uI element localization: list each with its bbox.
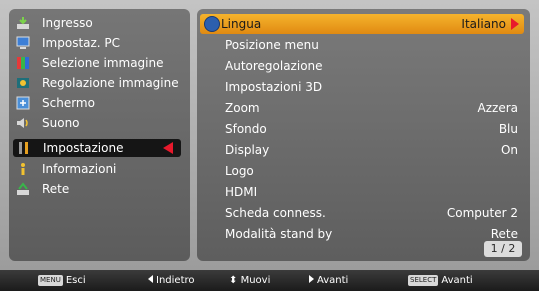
screen-icon [16,96,30,110]
setting-row-sfondo[interactable]: Sfondo Blu [197,119,530,139]
key-guide-bar: MENU Esci Indietro ⬍ Muovi Avanti SELECT A… [0,270,539,291]
menu-key-icon: MENU [38,275,63,286]
network-icon [17,182,29,195]
image-select-icon [17,57,29,69]
forward-hint[interactable]: Avanti [309,270,348,291]
globe-icon [204,16,220,32]
setting-label: Zoom [225,101,260,115]
selected-arrow-icon [163,142,173,154]
setting-label: Lingua [221,17,262,31]
sidebar-item-rete[interactable]: Rete [12,179,193,199]
left-arrow-icon [148,275,153,283]
input-icon [17,17,29,29]
exit-hint[interactable]: MENU Esci [38,270,86,291]
setting-label: Autoregolazione [225,59,323,73]
sidebar-item-regolazione-immagine[interactable]: Regolazione immagine [12,73,193,93]
exit-label: Esci [65,275,86,286]
sidebar-item-label: Informazioni [42,162,117,176]
setting-row-lingua[interactable]: Lingua Italiano [200,14,524,34]
sidebar-item-ingresso[interactable]: Ingresso [12,13,193,33]
chevron-right-icon[interactable] [511,18,519,30]
setting-label: Sfondo [225,122,267,136]
right-arrow-icon [309,275,314,283]
setting-label: Impostazioni 3D [225,80,323,94]
sidebar-item-label: Ingresso [42,16,93,30]
sidebar-item-label: Impostaz. PC [42,36,121,50]
sidebar-item-label: Impostazione [43,141,124,155]
back-label: Indietro [156,275,195,286]
move-label: Muovi [240,275,271,286]
sidebar-item-informazioni[interactable]: Informazioni [12,159,193,179]
setting-row-posizione-menu[interactable]: Posizione menu [197,35,530,55]
category-sidebar: Ingresso Impostaz. PC Selezione immagine… [9,9,190,261]
setting-value: On [500,143,518,157]
setting-row-impostazioni-3d[interactable]: Impostazioni 3D [197,77,530,97]
sidebar-item-suono[interactable]: Suono [12,113,193,133]
up-down-arrow-icon: ⬍ [229,275,241,286]
settings-icon [19,142,28,154]
forward-label: Avanti [317,275,349,286]
sidebar-item-impostaz-pc[interactable]: Impostaz. PC [12,33,193,53]
setting-label: Display [225,143,270,157]
setting-row-display[interactable]: Display On [197,140,530,160]
sidebar-item-impostazione[interactable]: Impostazione [13,139,181,157]
pc-adjust-icon [16,36,30,49]
image-adjust-icon [17,78,29,88]
settings-panel: Lingua Italiano Posizione menu Autoregol… [197,9,530,261]
page-indicator: 1 / 2 [484,241,522,257]
sidebar-item-selezione-immagine[interactable]: Selezione immagine [12,53,193,73]
setting-label: HDMI [225,185,258,199]
move-hint[interactable]: ⬍ Muovi [229,270,270,291]
setting-label: Scheda conness. [225,206,326,220]
setting-row-hdmi[interactable]: HDMI [197,182,530,202]
osd-menu: Ingresso Impostaz. PC Selezione immagine… [0,0,539,270]
setting-row-scheda-conness[interactable]: Scheda conness. Computer 2 [197,203,530,223]
setting-label: Modalità stand by [225,227,333,241]
sidebar-item-label: Rete [42,182,70,196]
sidebar-item-label: Suono [42,116,80,130]
select-hint[interactable]: SELECT Avanti [408,270,473,291]
setting-row-autoregolazione[interactable]: Autoregolazione [197,56,530,76]
info-icon [21,163,25,175]
setting-label: Posizione menu [225,38,319,52]
sound-icon [17,118,28,128]
select-key-icon: SELECT [408,275,439,286]
sidebar-item-label: Selezione immagine [42,56,164,70]
sidebar-item-schermo[interactable]: Schermo [12,93,193,113]
sidebar-item-label: Schermo [42,96,95,110]
setting-value: Italiano [461,17,506,31]
select-label: Avanti [441,275,473,286]
back-hint[interactable]: Indietro [148,270,195,291]
setting-row-zoom[interactable]: Zoom Azzera [197,98,530,118]
setting-value: Blu [498,122,518,136]
setting-value: Computer 2 [446,206,518,220]
setting-value: Azzera [477,101,518,115]
setting-row-modalita-stand-by[interactable]: Modalità stand by Rete [197,224,530,244]
sidebar-item-label: Regolazione immagine [42,76,179,90]
setting-label: Logo [225,164,254,178]
setting-row-logo[interactable]: Logo [197,161,530,181]
